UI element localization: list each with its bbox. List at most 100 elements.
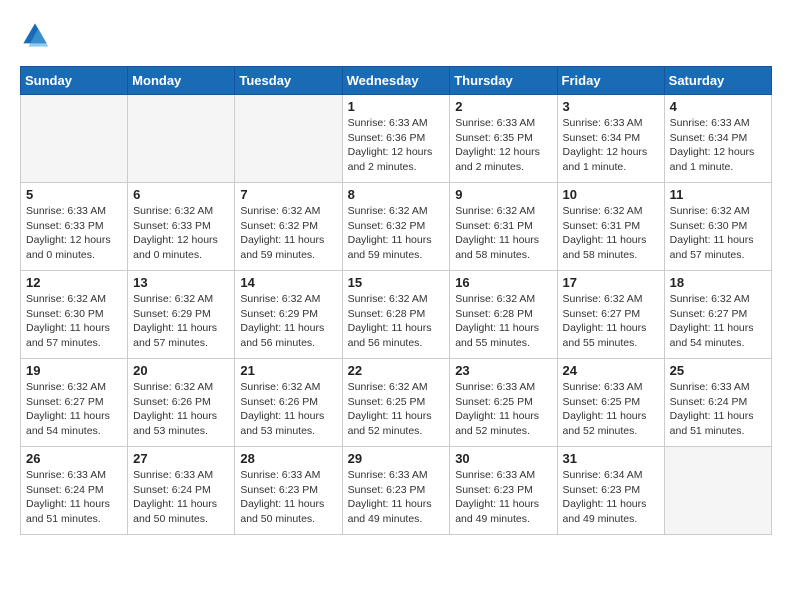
day-info: Sunrise: 6:33 AM Sunset: 6:23 PM Dayligh… (240, 468, 336, 527)
calendar-cell: 20Sunrise: 6:32 AM Sunset: 6:26 PM Dayli… (128, 359, 235, 447)
calendar-cell (235, 95, 342, 183)
day-number: 30 (455, 451, 551, 466)
day-info: Sunrise: 6:33 AM Sunset: 6:24 PM Dayligh… (26, 468, 122, 527)
calendar-cell: 24 Sunrise: 6:33 AM Sunset: 6:25 PM Dayli… (557, 359, 664, 447)
day-number: 28 (240, 451, 336, 466)
day-number: 22 (348, 363, 445, 378)
day-info: Sunrise: 6:32 AM Sunset: 6:32 PM Dayligh… (348, 204, 445, 263)
calendar-cell: 6Sunrise: 6:32 AM Sunset: 6:33 PM Daylig… (128, 183, 235, 271)
calendar-cell: 10 Sunrise: 6:32 AM Sunset: 6:31 PM Dayli… (557, 183, 664, 271)
calendar-week-row: 1 Sunrise: 6:33 AM Sunset: 6:36 PM Daylig… (21, 95, 772, 183)
day-number: 2 (455, 99, 551, 114)
day-info: Sunrise: 6:32 AM Sunset: 6:29 PM Dayligh… (240, 292, 336, 351)
calendar-cell: 17 Sunrise: 6:32 AM Sunset: 6:27 PM Dayli… (557, 271, 664, 359)
day-info: Sunrise: 6:32 AM Sunset: 6:26 PM Dayligh… (240, 380, 336, 439)
calendar-cell: 22 Sunrise: 6:32 AM Sunset: 6:25 PM Dayli… (342, 359, 450, 447)
day-number: 29 (348, 451, 445, 466)
day-number: 15 (348, 275, 445, 290)
day-info: Sunrise: 6:32 AM Sunset: 6:32 PM Dayligh… (240, 204, 336, 263)
calendar-cell (128, 95, 235, 183)
calendar-cell: 16Sunrise: 6:32 AM Sunset: 6:28 PM Dayli… (450, 271, 557, 359)
day-info: Sunrise: 6:33 AM Sunset: 6:25 PM Dayligh… (455, 380, 551, 439)
day-info: Sunrise: 6:32 AM Sunset: 6:27 PM Dayligh… (670, 292, 766, 351)
day-info: Sunrise: 6:33 AM Sunset: 6:25 PM Dayligh… (563, 380, 659, 439)
day-number: 4 (670, 99, 766, 114)
day-info: Sunrise: 6:33 AM Sunset: 6:35 PM Dayligh… (455, 116, 551, 175)
day-number: 13 (133, 275, 229, 290)
day-number: 6 (133, 187, 229, 202)
day-number: 11 (670, 187, 766, 202)
calendar-week-row: 12 Sunrise: 6:32 AM Sunset: 6:30 PM Dayli… (21, 271, 772, 359)
calendar-cell: 30 Sunrise: 6:33 AM Sunset: 6:23 PM Dayli… (450, 447, 557, 535)
day-info: Sunrise: 6:32 AM Sunset: 6:30 PM Dayligh… (670, 204, 766, 263)
day-info: Sunrise: 6:33 AM Sunset: 6:23 PM Dayligh… (455, 468, 551, 527)
calendar-cell: 27 Sunrise: 6:33 AM Sunset: 6:24 PM Dayli… (128, 447, 235, 535)
calendar-cell: 4 Sunrise: 6:33 AM Sunset: 6:34 PM Daylig… (664, 95, 771, 183)
calendar-cell: 25Sunrise: 6:33 AM Sunset: 6:24 PM Dayli… (664, 359, 771, 447)
calendar-cell: 31 Sunrise: 6:34 AM Sunset: 6:23 PM Dayli… (557, 447, 664, 535)
calendar-cell: 23 Sunrise: 6:33 AM Sunset: 6:25 PM Dayli… (450, 359, 557, 447)
calendar-cell: 5 Sunrise: 6:33 AM Sunset: 6:33 PM Daylig… (21, 183, 128, 271)
day-info: Sunrise: 6:33 AM Sunset: 6:34 PM Dayligh… (670, 116, 766, 175)
day-info: Sunrise: 6:33 AM Sunset: 6:33 PM Dayligh… (26, 204, 122, 263)
day-number: 9 (455, 187, 551, 202)
day-number: 17 (563, 275, 659, 290)
day-info: Sunrise: 6:32 AM Sunset: 6:26 PM Dayligh… (133, 380, 229, 439)
day-number: 14 (240, 275, 336, 290)
calendar-cell: 1 Sunrise: 6:33 AM Sunset: 6:36 PM Daylig… (342, 95, 450, 183)
weekday-header: Friday (557, 67, 664, 95)
day-info: Sunrise: 6:32 AM Sunset: 6:28 PM Dayligh… (455, 292, 551, 351)
day-number: 21 (240, 363, 336, 378)
calendar-header-row: SundayMondayTuesdayWednesdayThursdayFrid… (21, 67, 772, 95)
calendar-cell (21, 95, 128, 183)
weekday-header: Thursday (450, 67, 557, 95)
calendar-cell: 14 Sunrise: 6:32 AM Sunset: 6:29 PM Dayli… (235, 271, 342, 359)
day-number: 12 (26, 275, 122, 290)
day-info: Sunrise: 6:32 AM Sunset: 6:27 PM Dayligh… (563, 292, 659, 351)
calendar-cell: 8Sunrise: 6:32 AM Sunset: 6:32 PM Daylig… (342, 183, 450, 271)
calendar-cell: 21 Sunrise: 6:32 AM Sunset: 6:26 PM Dayli… (235, 359, 342, 447)
calendar-cell: 9 Sunrise: 6:32 AM Sunset: 6:31 PM Daylig… (450, 183, 557, 271)
day-number: 24 (563, 363, 659, 378)
calendar-week-row: 26 Sunrise: 6:33 AM Sunset: 6:24 PM Dayli… (21, 447, 772, 535)
logo (20, 20, 54, 50)
day-info: Sunrise: 6:33 AM Sunset: 6:36 PM Dayligh… (348, 116, 445, 175)
weekday-header: Wednesday (342, 67, 450, 95)
logo-icon (20, 20, 50, 50)
day-number: 27 (133, 451, 229, 466)
day-info: Sunrise: 6:32 AM Sunset: 6:27 PM Dayligh… (26, 380, 122, 439)
calendar-cell: 29 Sunrise: 6:33 AM Sunset: 6:23 PM Dayli… (342, 447, 450, 535)
day-info: Sunrise: 6:32 AM Sunset: 6:29 PM Dayligh… (133, 292, 229, 351)
day-number: 7 (240, 187, 336, 202)
day-info: Sunrise: 6:34 AM Sunset: 6:23 PM Dayligh… (563, 468, 659, 527)
day-number: 26 (26, 451, 122, 466)
calendar-cell: 15 Sunrise: 6:32 AM Sunset: 6:28 PM Dayli… (342, 271, 450, 359)
calendar-cell: 28 Sunrise: 6:33 AM Sunset: 6:23 PM Dayli… (235, 447, 342, 535)
day-info: Sunrise: 6:33 AM Sunset: 6:24 PM Dayligh… (133, 468, 229, 527)
day-info: Sunrise: 6:32 AM Sunset: 6:30 PM Dayligh… (26, 292, 122, 351)
day-number: 1 (348, 99, 445, 114)
day-number: 23 (455, 363, 551, 378)
day-info: Sunrise: 6:32 AM Sunset: 6:31 PM Dayligh… (563, 204, 659, 263)
day-number: 5 (26, 187, 122, 202)
calendar-cell: 7 Sunrise: 6:32 AM Sunset: 6:32 PM Daylig… (235, 183, 342, 271)
calendar-cell: 18Sunrise: 6:32 AM Sunset: 6:27 PM Dayli… (664, 271, 771, 359)
day-number: 25 (670, 363, 766, 378)
calendar-table: SundayMondayTuesdayWednesdayThursdayFrid… (20, 66, 772, 535)
day-info: Sunrise: 6:32 AM Sunset: 6:25 PM Dayligh… (348, 380, 445, 439)
calendar-cell: 3Sunrise: 6:33 AM Sunset: 6:34 PM Daylig… (557, 95, 664, 183)
calendar-cell: 26 Sunrise: 6:33 AM Sunset: 6:24 PM Dayli… (21, 447, 128, 535)
day-info: Sunrise: 6:33 AM Sunset: 6:23 PM Dayligh… (348, 468, 445, 527)
calendar-cell: 12 Sunrise: 6:32 AM Sunset: 6:30 PM Dayli… (21, 271, 128, 359)
calendar-week-row: 5 Sunrise: 6:33 AM Sunset: 6:33 PM Daylig… (21, 183, 772, 271)
calendar-week-row: 19 Sunrise: 6:32 AM Sunset: 6:27 PM Dayli… (21, 359, 772, 447)
weekday-header: Saturday (664, 67, 771, 95)
weekday-header: Sunday (21, 67, 128, 95)
day-info: Sunrise: 6:32 AM Sunset: 6:31 PM Dayligh… (455, 204, 551, 263)
calendar-cell: 2 Sunrise: 6:33 AM Sunset: 6:35 PM Daylig… (450, 95, 557, 183)
weekday-header: Tuesday (235, 67, 342, 95)
day-info: Sunrise: 6:32 AM Sunset: 6:28 PM Dayligh… (348, 292, 445, 351)
day-number: 31 (563, 451, 659, 466)
day-number: 10 (563, 187, 659, 202)
day-number: 19 (26, 363, 122, 378)
